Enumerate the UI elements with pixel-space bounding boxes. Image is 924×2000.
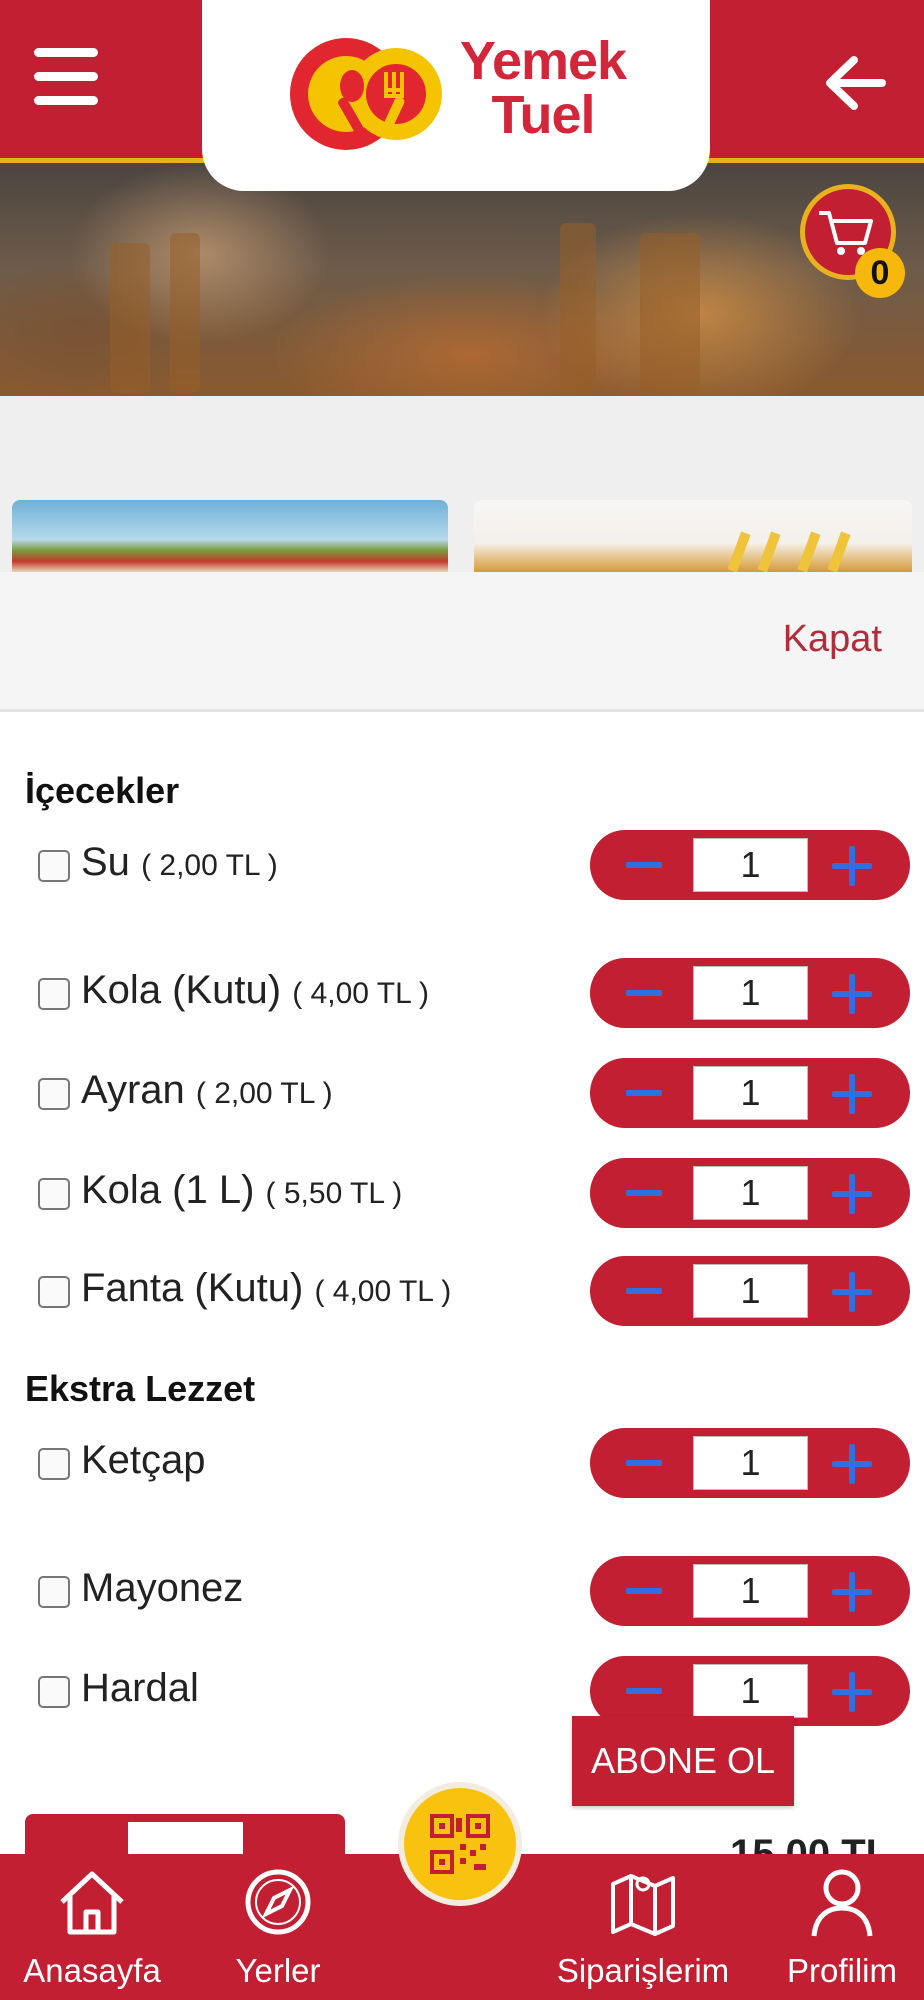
quantity-stepper: 1 — [590, 1256, 910, 1326]
map-icon — [611, 1874, 675, 1936]
order-total: 15,00 TL — [730, 1832, 891, 1854]
option-row: Ketçap 1 — [0, 1428, 924, 1508]
minus-icon[interactable] — [620, 980, 668, 1006]
option-label[interactable]: Kola (1 L) ( 5,50 TL ) — [81, 1168, 402, 1213]
option-checkbox[interactable] — [38, 1676, 70, 1708]
option-name: Su — [81, 840, 130, 884]
home-icon — [60, 1871, 124, 1935]
nav-places[interactable]: Yerler — [200, 1854, 356, 2000]
product-image-salad[interactable] — [12, 500, 448, 572]
subscribe-button[interactable]: ABONE OL — [572, 1716, 794, 1806]
option-name: Fanta (Kutu) — [81, 1266, 304, 1310]
quantity-stepper: 1 — [590, 958, 910, 1028]
option-row: Kola (1 L) ( 5,50 TL ) 1 — [0, 1158, 924, 1238]
nav-profile[interactable]: Profilim — [760, 1854, 924, 2000]
minus-icon[interactable] — [620, 1678, 668, 1704]
option-checkbox[interactable] — [38, 1078, 70, 1110]
plus-icon[interactable] — [830, 1270, 874, 1314]
quantity-input[interactable]: 1 — [693, 1066, 808, 1120]
plus-icon[interactable] — [830, 1172, 874, 1216]
group-title-extras: Ekstra Lezzet — [25, 1368, 256, 1409]
plus-icon[interactable] — [830, 844, 874, 888]
option-checkbox[interactable] — [38, 1178, 70, 1210]
option-price: ( 2,00 TL ) — [195, 1077, 333, 1110]
plus-icon[interactable] — [830, 1072, 874, 1116]
option-label[interactable]: Fanta (Kutu) ( 4,00 TL ) — [81, 1266, 451, 1311]
logo-mark-icon — [290, 38, 442, 150]
logo-line-2: Tuel — [491, 85, 596, 145]
quantity-input[interactable]: 1 — [693, 1166, 808, 1220]
option-price: ( 4,00 TL ) — [292, 977, 429, 1010]
quantity-stepper: 1 — [590, 830, 910, 900]
quantity-input[interactable]: 1 — [693, 966, 808, 1020]
option-checkbox[interactable] — [38, 1576, 70, 1608]
option-checkbox[interactable] — [38, 1276, 70, 1308]
back-arrow-icon[interactable] — [820, 48, 890, 118]
option-row: Su ( 2,00 TL ) 1 — [0, 830, 924, 910]
nav-places-label: Yerler — [235, 1952, 321, 1989]
user-icon — [811, 1869, 873, 1937]
plus-icon[interactable] — [830, 1442, 874, 1486]
option-name: Ayran — [81, 1068, 185, 1112]
option-row: Mayonez 1 — [0, 1556, 924, 1636]
option-label[interactable]: Ayran ( 2,00 TL ) — [81, 1068, 333, 1113]
compass-icon — [245, 1869, 311, 1935]
minus-icon[interactable] — [620, 1080, 668, 1106]
option-checkbox[interactable] — [38, 1448, 70, 1480]
nav-orders[interactable]: Siparişlerim — [548, 1854, 738, 2000]
quantity-stepper: 1 — [590, 1058, 910, 1128]
nav-home-label: Anasayfa — [23, 1952, 161, 1989]
option-row: Ayran ( 2,00 TL ) 1 — [0, 1058, 924, 1138]
nav-profile-label: Profilim — [786, 1952, 897, 1989]
qr-scan-button[interactable] — [398, 1782, 522, 1906]
option-price: ( 2,00 TL ) — [141, 849, 278, 882]
quantity-input[interactable]: 1 — [693, 1564, 808, 1618]
menu-icon[interactable] — [34, 44, 100, 110]
plus-icon[interactable] — [830, 1670, 874, 1714]
cart-count-badge: 0 — [855, 248, 905, 298]
main-quantity-stepper — [25, 1814, 345, 1854]
quantity-input[interactable]: 1 — [693, 1664, 808, 1718]
option-checkbox[interactable] — [38, 850, 70, 882]
qr-code-icon — [430, 1814, 490, 1874]
option-label[interactable]: Ketçap — [81, 1438, 206, 1483]
minus-icon[interactable] — [620, 1450, 668, 1476]
quantity-stepper: 1 — [590, 1428, 910, 1498]
logo-line-1: Yemek — [459, 31, 627, 91]
minus-icon[interactable] — [620, 1578, 668, 1604]
minus-icon[interactable] — [620, 852, 668, 878]
product-image-fries[interactable] — [474, 500, 912, 572]
option-name: Kola (Kutu) — [81, 968, 282, 1012]
option-label[interactable]: Su ( 2,00 TL ) — [81, 840, 278, 885]
option-price: ( 5,50 TL ) — [265, 1177, 403, 1210]
plus-icon[interactable] — [830, 972, 874, 1016]
minus-icon[interactable] — [620, 1278, 668, 1304]
quantity-input[interactable]: 1 — [693, 1436, 808, 1490]
quantity-input[interactable]: 1 — [693, 838, 808, 892]
nav-home[interactable]: Anasayfa — [10, 1854, 174, 2000]
option-label[interactable]: Hardal — [81, 1666, 199, 1711]
option-label[interactable]: Kola (Kutu) ( 4,00 TL ) — [81, 968, 429, 1013]
option-label[interactable]: Mayonez — [81, 1566, 243, 1611]
plus-icon[interactable] — [830, 1570, 874, 1614]
option-price: ( 4,00 TL ) — [314, 1275, 452, 1308]
logo[interactable]: Yemek Tuel — [202, 0, 710, 191]
option-row: Kola (Kutu) ( 4,00 TL ) 1 — [0, 958, 924, 1038]
quantity-stepper: 1 — [590, 1556, 910, 1626]
nav-orders-label: Siparişlerim — [556, 1952, 730, 1989]
logo-text: Yemek Tuel — [448, 34, 638, 142]
close-button[interactable]: Kapat — [783, 618, 882, 661]
quantity-input[interactable]: 1 — [693, 1264, 808, 1318]
options-modal-header: Kapat — [0, 572, 924, 712]
group-title-drinks: İçecekler — [25, 770, 180, 811]
quantity-stepper: 1 — [590, 1158, 910, 1228]
hero-banner — [0, 163, 924, 396]
option-row: Fanta (Kutu) ( 4,00 TL ) 1 — [0, 1256, 924, 1336]
main-quantity-input[interactable] — [128, 1822, 243, 1854]
option-name: Kola (1 L) — [81, 1168, 255, 1212]
minus-icon[interactable] — [620, 1180, 668, 1206]
option-checkbox[interactable] — [38, 978, 70, 1010]
